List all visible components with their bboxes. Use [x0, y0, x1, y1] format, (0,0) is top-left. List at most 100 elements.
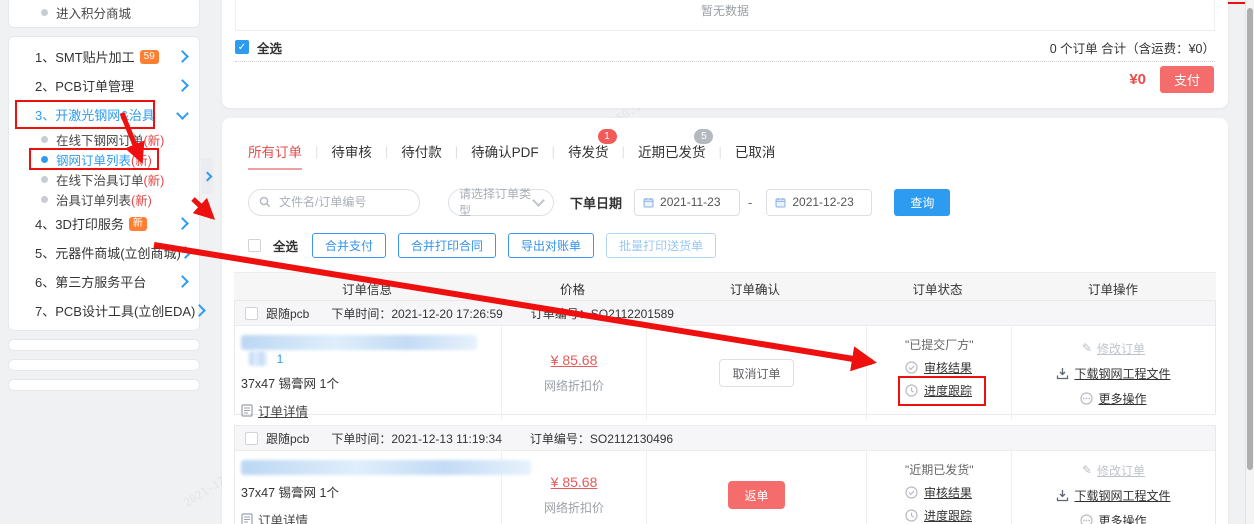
tab-all-orders[interactable]: 所有订单 — [248, 141, 302, 161]
more-actions-link[interactable]: 更多操作 — [1098, 390, 1146, 407]
sidebar-item-stencil-order-list[interactable]: 钢网订单列表 (新) — [9, 149, 199, 169]
modify-order-link[interactable]: 修改订单 — [1097, 340, 1145, 357]
order-detail-link[interactable]: 订单详情 — [258, 510, 308, 524]
sidebar-item-online-stencil-order[interactable]: 在线下钢网订单 (新) — [9, 129, 199, 149]
date-range-dash: - — [748, 195, 752, 210]
chevron-right-icon — [176, 217, 189, 230]
date-to-input[interactable]: 2021-12-23 — [766, 189, 872, 216]
batch-print-delivery-button[interactable]: 批量打印送货单 — [606, 233, 716, 258]
order-time: 下单时间：2021-12-20 17:26:59 — [331, 305, 502, 322]
order-price[interactable]: ¥ 85.68 — [551, 474, 598, 490]
more-icon — [1080, 514, 1093, 524]
order-row: 跟随pcb 下单时间：2021-12-20 17:26:59 订单编号：SO21… — [234, 300, 1216, 415]
tab-pending-review[interactable]: 待审核 — [331, 141, 372, 161]
order-info-cell: 37x47 锡膏网 1个 订单详情 — [235, 451, 501, 524]
sidebar-item-pcb-orders[interactable]: 2、PCB订单管理 — [9, 71, 199, 100]
reorder-button[interactable]: 返单 — [728, 481, 784, 509]
tab-cancelled[interactable]: 已取消 — [735, 141, 776, 161]
search-box — [248, 189, 420, 216]
download-stencil-file-link[interactable]: 下载钢网工程文件 — [1074, 365, 1170, 382]
filter-bar: 请选择订单类型 下单日期 2021-11-23 - 2021-12-23 查询 — [248, 188, 1228, 216]
select-all-checkbox[interactable]: ✓ — [235, 40, 249, 54]
col-order-actions: 订单操作 — [1010, 279, 1216, 298]
order-row-header: 跟随pcb 下单时间：2021-12-13 11:19:34 订单编号：SO21… — [235, 426, 1215, 451]
progress-track-link[interactable]: 进度跟踪 — [924, 507, 972, 524]
sidebar-item-online-jig-order[interactable]: 在线下治具订单 (新) — [9, 169, 199, 189]
sidebar-item-laser-stencil[interactable]: 3、开激光钢网&治具 — [9, 100, 199, 129]
sidebar-item-enter-points-mall[interactable]: 进入积分商城 — [9, 2, 199, 22]
cancel-order-button[interactable]: 取消订单 — [719, 359, 793, 387]
sidebar-item-3d-print[interactable]: 4、3D打印服务 新 — [9, 209, 199, 238]
review-result-link[interactable]: 审核结果 — [924, 484, 972, 501]
scrollbar-track[interactable] — [1245, 0, 1254, 524]
chevron-right-icon — [193, 304, 206, 317]
pencil-icon: ✎ — [1082, 463, 1092, 477]
order-management-page: { "sidebar": { "prepay": "预付款系统", "point… — [0, 0, 1254, 524]
bullet-dot-icon — [41, 156, 48, 163]
sidebar-item-label: 在线下治具订单 — [56, 170, 144, 189]
order-detail-link[interactable]: 订单详情 — [258, 401, 308, 420]
search-input[interactable] — [277, 194, 401, 210]
order-tabs: 所有订单 | 待审核 | 待付款 | 待确认PDF | 待发货1 | 近期已发货… — [222, 118, 1228, 164]
pay-button[interactable]: 支付 — [1160, 66, 1214, 93]
sidebar-item-parts-mall[interactable]: 5、元器件商城(立创商城) — [9, 238, 199, 267]
date-from-input[interactable]: 2021-11-23 — [634, 189, 740, 216]
check-circle-icon — [905, 361, 918, 374]
sidebar-item-label: 6、第三方服务平台 — [35, 272, 146, 291]
pencil-icon: ✎ — [1082, 341, 1092, 355]
tab-pending-pdf[interactable]: 待确认PDF — [471, 141, 539, 161]
sidebar-item-eda[interactable]: 7、PCB设计工具(立创EDA) — [9, 296, 199, 325]
order-total-text: 0 个订单 合计（含运费：¥0） — [1050, 38, 1215, 57]
count-badge: 5 — [694, 129, 713, 144]
divider — [235, 61, 1215, 62]
export-statement-button[interactable]: 导出对账单 — [508, 233, 594, 258]
sidebar-item-label: 5、元器件商城(立创商城) — [35, 243, 181, 262]
chevron-right-icon — [179, 246, 192, 259]
sidebar-item-third-party[interactable]: 6、第三方服务平台 — [9, 267, 199, 296]
sidebar-item-smt[interactable]: 1、SMT贴片加工 59 — [9, 42, 199, 71]
select-all-label: 全选 — [257, 38, 282, 57]
document-icon — [241, 513, 253, 524]
col-order-status: 订单状态 — [865, 279, 1010, 298]
scrollbar-thumb[interactable] — [1247, 8, 1253, 470]
download-icon — [1056, 367, 1069, 380]
order-checkbox[interactable] — [245, 307, 258, 320]
calendar-icon — [775, 197, 786, 208]
order-checkbox[interactable] — [245, 432, 258, 445]
order-number: 订单编号：SO2112130496 — [530, 430, 673, 447]
search-icon — [259, 196, 271, 208]
order-info-cell: 1 37x47 锡膏网 1个 订单详情 — [235, 326, 501, 420]
actions-cell: ✎ 修改订单 下载钢网工程文件 更多操作 — [1011, 451, 1215, 524]
select-all-checkbox[interactable] — [248, 239, 261, 252]
sidebar-collapse-handle[interactable] — [201, 158, 213, 194]
document-icon — [241, 404, 253, 417]
sidebar-item-jig-order-list[interactable]: 治具订单列表 (新) — [9, 189, 199, 209]
modify-order-link[interactable]: 修改订单 — [1097, 462, 1145, 479]
progress-track-link[interactable]: 进度跟踪 — [924, 382, 972, 399]
sidebar-item-label: 2、PCB订单管理 — [35, 76, 134, 95]
sidebar-card-onestop: 一站式电子服务 1、SMT贴片加工 59 2、PCB订单管理 3、开激光钢网&治… — [8, 36, 200, 331]
more-actions-link[interactable]: 更多操作 — [1098, 512, 1146, 524]
clock-icon — [905, 509, 918, 522]
order-type-select[interactable]: 请选择订单类型 — [448, 189, 554, 216]
order-spec: 37x47 锡膏网 1个 — [241, 482, 501, 501]
download-stencil-file-link[interactable]: 下载钢网工程文件 — [1074, 487, 1170, 504]
order-row: 跟随pcb 下单时间：2021-12-13 11:19:34 订单编号：SO21… — [234, 425, 1216, 524]
review-result-link[interactable]: 审核结果 — [924, 359, 972, 376]
status-text: "已提交厂方" — [905, 336, 974, 353]
query-button[interactable]: 查询 — [894, 189, 950, 216]
more-icon — [1080, 392, 1093, 405]
merge-print-contract-button[interactable]: 合并打印合同 — [398, 233, 496, 258]
tab-recently-shipped[interactable]: 近期已发货5 — [638, 141, 706, 161]
tab-pending-shipment[interactable]: 待发货1 — [568, 141, 609, 161]
bullet-dot-icon — [41, 9, 48, 16]
chevron-right-icon — [176, 50, 189, 63]
chevron-down-icon — [532, 194, 545, 207]
merge-pay-button[interactable]: 合并支付 — [312, 233, 386, 258]
tab-pending-payment[interactable]: 待付款 — [401, 141, 442, 161]
order-price[interactable]: ¥ 85.68 — [551, 352, 598, 368]
price-cell: ¥ 85.68 网络折扣价 — [501, 326, 646, 420]
select-all-label: 全选 — [273, 236, 298, 255]
bullet-dot-icon — [41, 136, 48, 143]
chevron-down-icon — [176, 107, 189, 120]
